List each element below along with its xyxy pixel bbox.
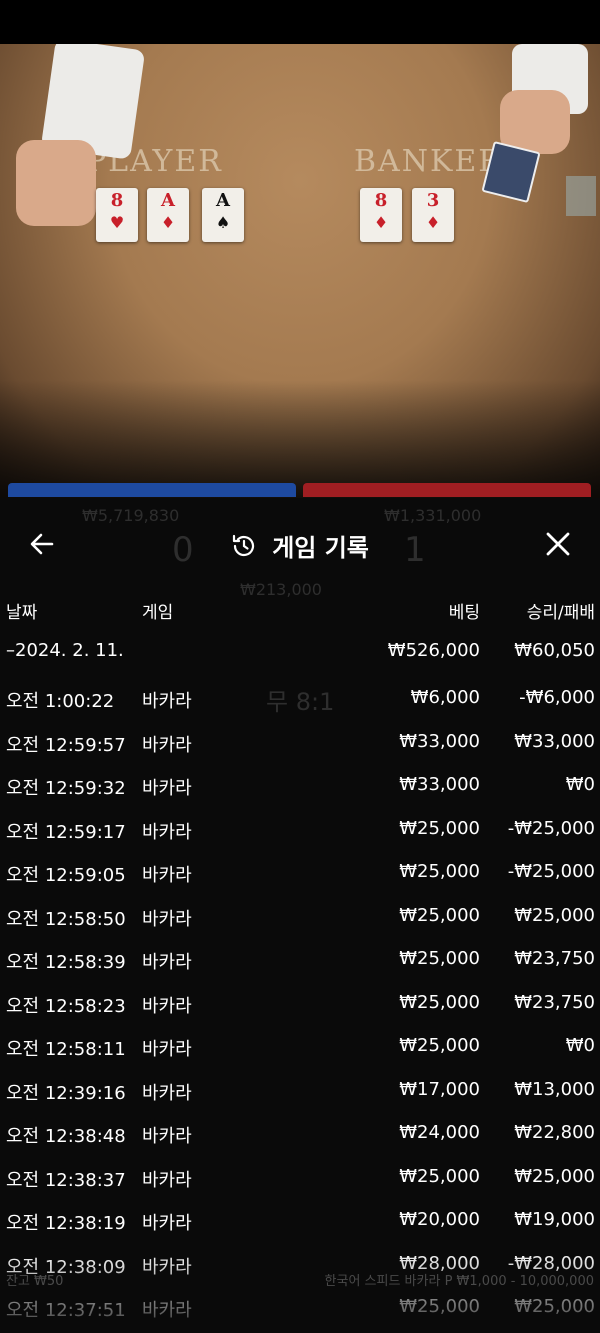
row-bet: ₩33,000 bbox=[399, 774, 480, 795]
row-time: 오전 12:59:05 bbox=[6, 865, 126, 886]
history-row[interactable]: 오전 12:58:50 바카라 ₩25,000 ₩25,000 bbox=[0, 905, 600, 935]
row-game: 바카라 bbox=[142, 691, 192, 712]
row-time: 오전 12:59:17 bbox=[6, 821, 126, 843]
row-bet: ₩17,000 bbox=[399, 1078, 480, 1100]
row-time: 오전 12:58:39 bbox=[6, 952, 126, 973]
summary-date: –2024. 2. 11. bbox=[6, 640, 124, 661]
card-shoe bbox=[566, 176, 596, 216]
banker-area-label: BANKER bbox=[354, 144, 503, 179]
ghost-total-bet: ₩213,000 bbox=[240, 580, 322, 599]
row-time: 오전 12:59:57 bbox=[6, 734, 126, 756]
close-icon bbox=[546, 532, 570, 556]
row-time: 오전 12:59:32 bbox=[6, 778, 126, 799]
row-game: 바카라 bbox=[142, 952, 192, 973]
row-game: 바카라 bbox=[142, 734, 192, 756]
history-row[interactable]: 오전 12:59:17 바카라 ₩25,000 -₩25,000 bbox=[0, 818, 600, 848]
row-game: 바카라 bbox=[142, 995, 192, 1017]
history-icon bbox=[233, 534, 255, 556]
history-row[interactable]: 오전 12:59:05 바카라 ₩25,000 -₩25,000 bbox=[0, 861, 600, 891]
summary-result: ₩60,050 bbox=[514, 640, 595, 661]
row-game: 바카라 bbox=[142, 865, 192, 886]
history-header: 게임 기록 bbox=[0, 520, 600, 570]
row-bet: ₩25,000 bbox=[399, 904, 480, 926]
page-title: 게임 기록 bbox=[272, 534, 369, 562]
row-game: 바카라 bbox=[142, 1039, 192, 1060]
row-bet: ₩25,000 bbox=[399, 1035, 480, 1056]
row-result: ₩23,750 bbox=[514, 991, 595, 1013]
ghost-footer-table-info: 한국어 스피드 바카라 P ₩1,000 - 10,000,000 bbox=[324, 1274, 594, 1289]
row-result: -₩25,000 bbox=[507, 861, 595, 882]
row-bet: ₩25,000 bbox=[399, 861, 480, 882]
row-game: 바카라 bbox=[142, 908, 192, 930]
row-result: -₩25,000 bbox=[507, 817, 595, 839]
row-time: 오전 12:58:11 bbox=[6, 1039, 126, 1060]
list-bottom-fade bbox=[0, 1250, 600, 1333]
history-row[interactable]: 오전 12:59:57 바카라 ₩33,000 ₩33,000 bbox=[0, 731, 600, 761]
row-game: 바카라 bbox=[142, 1169, 192, 1191]
row-bet: ₩33,000 bbox=[399, 730, 480, 752]
column-header-game: 게임 bbox=[142, 603, 174, 623]
row-game: 바카라 bbox=[142, 778, 192, 799]
banker-card-2: 3 ♦ bbox=[412, 188, 454, 242]
column-header-date: 날짜 bbox=[6, 603, 38, 623]
row-game: 바카라 bbox=[142, 1213, 192, 1234]
history-row[interactable]: 오전 12:58:39 바카라 ₩25,000 ₩23,750 bbox=[0, 948, 600, 978]
row-bet: ₩25,000 bbox=[399, 948, 480, 969]
summary-bet: ₩526,000 bbox=[387, 640, 480, 661]
row-result: ₩25,000 bbox=[514, 904, 595, 926]
row-time: 오전 12:38:19 bbox=[6, 1213, 126, 1234]
live-dealer-video: PLAYER BANKER 8 ♥ A ♦ A ♠ 8 ♦ 3 ♦ bbox=[0, 44, 600, 500]
dealer-left-hand bbox=[16, 140, 96, 226]
row-result: ₩23,750 bbox=[514, 948, 595, 969]
row-bet: ₩25,000 bbox=[399, 991, 480, 1013]
history-row[interactable]: 오전 12:58:23 바카라 ₩25,000 ₩23,750 bbox=[0, 992, 600, 1022]
row-result: ₩0 bbox=[565, 1035, 595, 1056]
player-card-3: A ♠ bbox=[202, 188, 244, 242]
close-button[interactable] bbox=[542, 528, 574, 560]
history-row[interactable]: 오전 12:58:11 바카라 ₩25,000 ₩0 bbox=[0, 1035, 600, 1065]
row-result: ₩0 bbox=[565, 774, 595, 795]
column-header-bet: 베팅 bbox=[448, 603, 480, 623]
history-row[interactable]: 오전 12:39:16 바카라 ₩17,000 ₩13,000 bbox=[0, 1079, 600, 1109]
row-result: ₩22,800 bbox=[514, 1122, 595, 1143]
ghost-footer-balance: 잔고 ₩50 bbox=[6, 1274, 64, 1289]
day-summary-row[interactable]: –2024. 2. 11. ₩526,000 ₩60,050 bbox=[0, 640, 600, 670]
player-bet-strip bbox=[8, 483, 296, 497]
row-time: 오전 12:38:48 bbox=[6, 1126, 126, 1147]
status-bar bbox=[0, 0, 600, 44]
column-header-result: 승리/패배 bbox=[526, 603, 595, 623]
row-time: 오전 12:58:50 bbox=[6, 908, 126, 930]
history-row[interactable]: 오전 1:00:22 바카라 ₩6,000 -₩6,000 bbox=[0, 687, 600, 717]
history-row[interactable]: 오전 12:38:37 바카라 ₩25,000 ₩25,000 bbox=[0, 1166, 600, 1196]
row-result: -₩6,000 bbox=[519, 687, 595, 708]
row-game: 바카라 bbox=[142, 821, 192, 843]
row-bet: ₩25,000 bbox=[399, 817, 480, 839]
row-time: 오전 12:38:37 bbox=[6, 1169, 126, 1191]
player-card-1: 8 ♥ bbox=[96, 188, 138, 242]
row-result: ₩13,000 bbox=[514, 1078, 595, 1100]
row-bet: ₩25,000 bbox=[399, 1165, 480, 1187]
row-time: 오전 12:58:23 bbox=[6, 995, 126, 1017]
row-game: 바카라 bbox=[142, 1126, 192, 1147]
row-time: 오전 1:00:22 bbox=[6, 691, 115, 712]
row-result: ₩33,000 bbox=[514, 730, 595, 752]
row-time: 오전 12:39:16 bbox=[6, 1082, 126, 1104]
row-result: ₩19,000 bbox=[514, 1209, 595, 1230]
row-bet: ₩24,000 bbox=[399, 1122, 480, 1143]
row-game: 바카라 bbox=[142, 1082, 192, 1104]
history-row[interactable]: 오전 12:38:48 바카라 ₩24,000 ₩22,800 bbox=[0, 1122, 600, 1152]
row-bet: ₩6,000 bbox=[410, 687, 480, 708]
banker-bet-strip bbox=[303, 483, 591, 497]
history-row[interactable]: 오전 12:38:19 바카라 ₩20,000 ₩19,000 bbox=[0, 1209, 600, 1239]
row-bet: ₩20,000 bbox=[399, 1209, 480, 1230]
banker-card-1: 8 ♦ bbox=[360, 188, 402, 242]
player-card-2: A ♦ bbox=[147, 188, 189, 242]
row-result: ₩25,000 bbox=[514, 1165, 595, 1187]
history-row[interactable]: 오전 12:59:32 바카라 ₩33,000 ₩0 bbox=[0, 774, 600, 804]
